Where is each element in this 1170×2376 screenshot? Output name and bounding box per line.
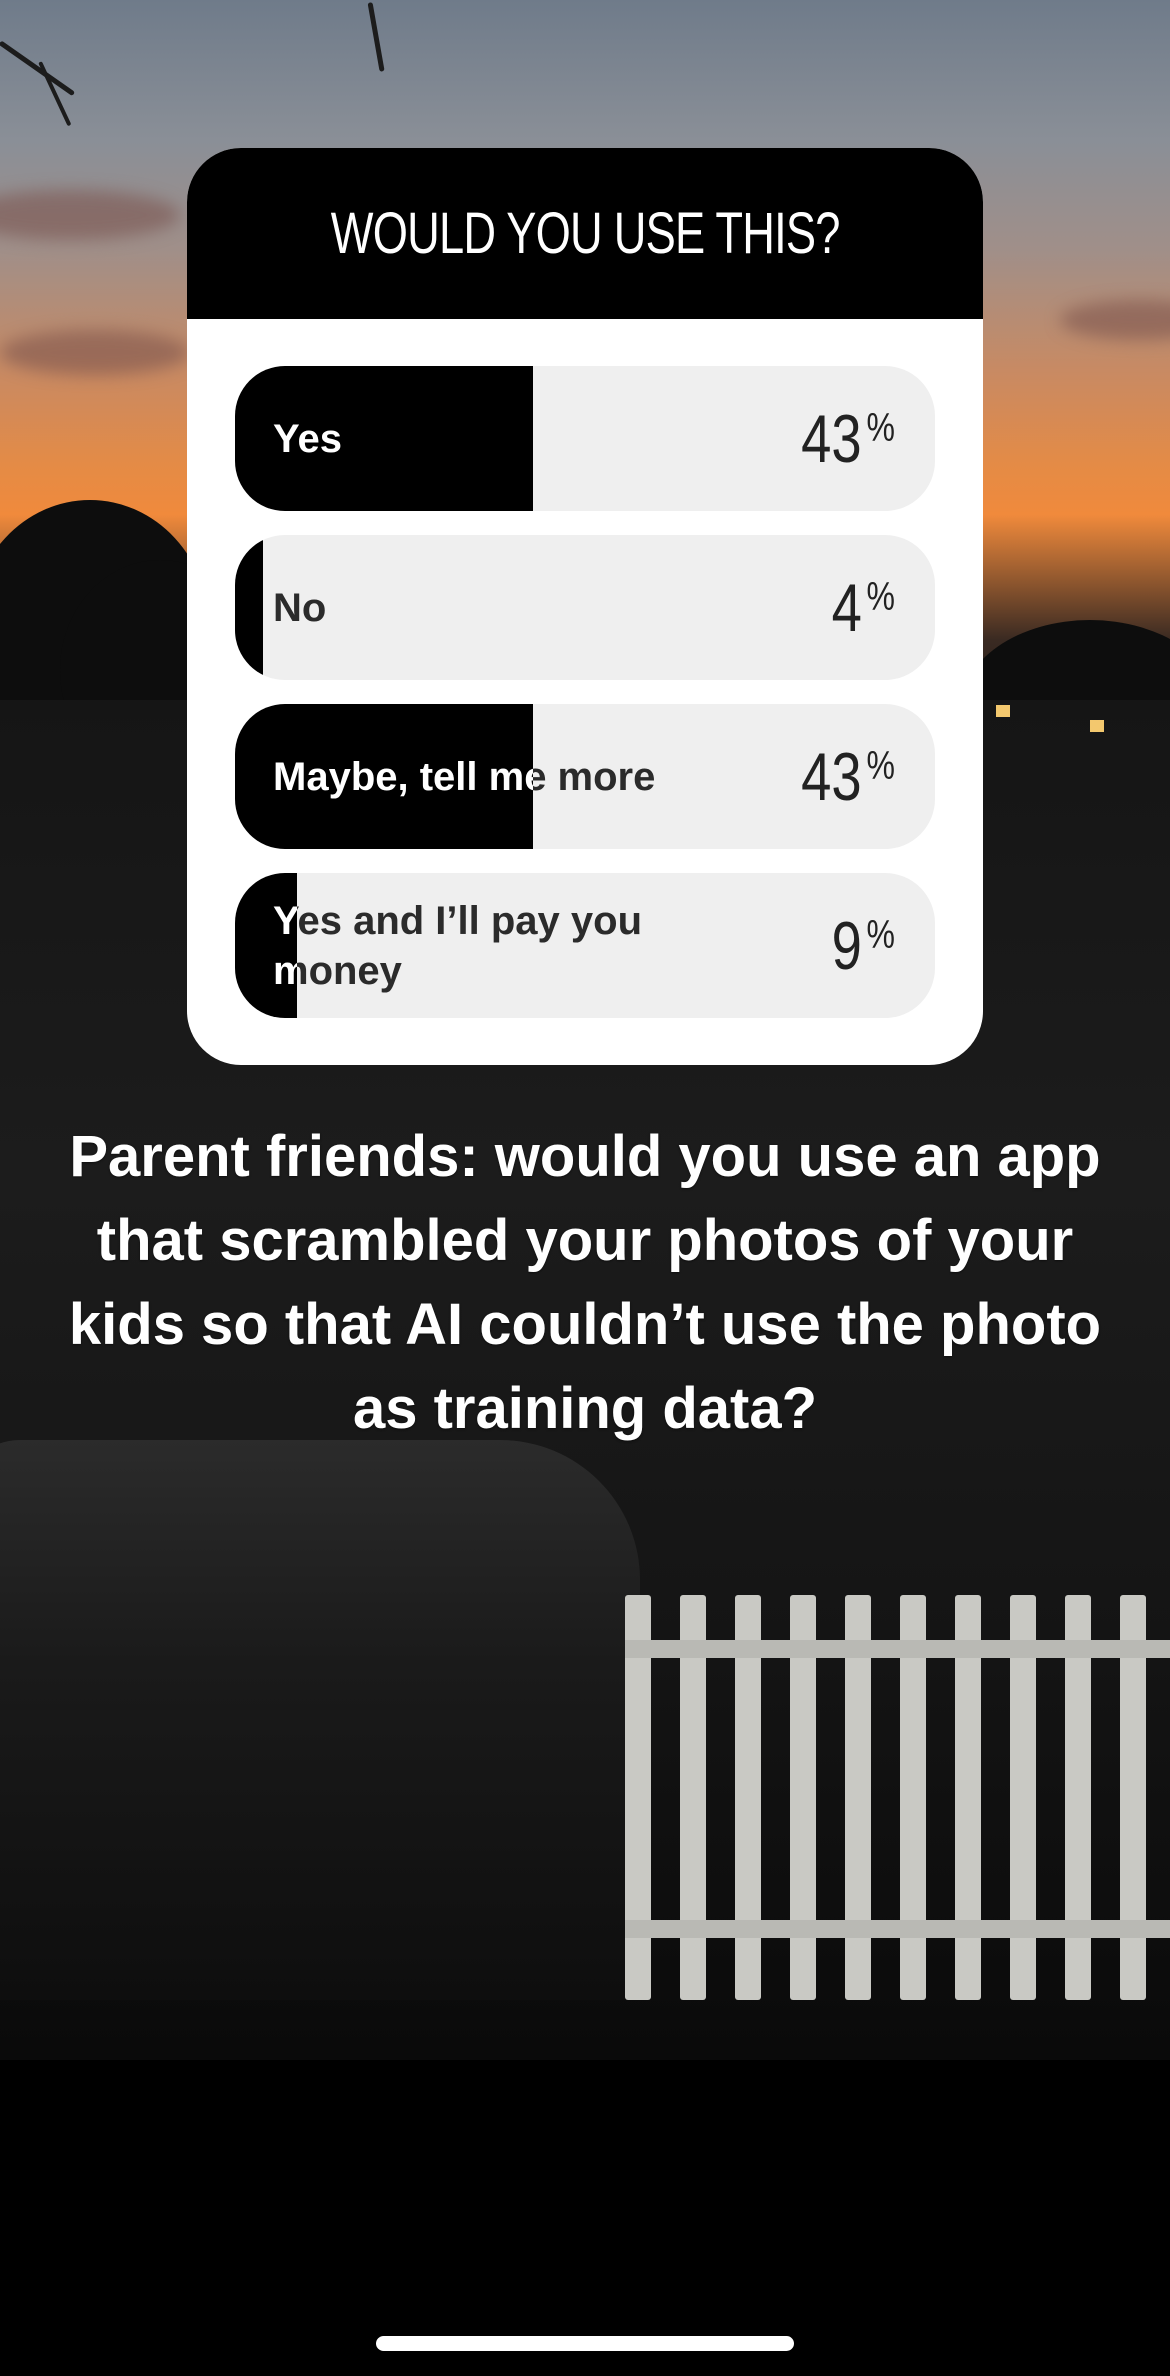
option-percent: 43%: [786, 704, 899, 849]
home-indicator[interactable]: [376, 2336, 794, 2351]
percent-sign: %: [866, 913, 896, 957]
option-percent: 43%: [786, 366, 899, 511]
story-caption: Parent friends: would you use an app tha…: [68, 1124, 1102, 1441]
percent-value: 43: [800, 738, 862, 815]
poll-options: Yes Yes 43% No No 4% Maybe, tell me more…: [235, 366, 935, 1042]
option-percent: 9%: [824, 873, 899, 1018]
parked-car: [0, 1440, 640, 2000]
poll-option-no[interactable]: No No 4%: [235, 535, 935, 680]
poll-sticker: WOULD YOU USE THIS? Yes Yes 43% No No 4%: [187, 148, 983, 1065]
percent-sign: %: [866, 575, 896, 619]
poll-question: WOULD YOU USE THIS?: [330, 201, 841, 266]
percent-sign: %: [866, 744, 896, 788]
poll-option-maybe[interactable]: Maybe, tell me more Maybe, tell me more …: [235, 704, 935, 849]
poll-option-yes-and-pay[interactable]: Yes and I’ll pay you money Yes and I’ll …: [235, 873, 935, 1018]
percent-value: 9: [831, 907, 862, 984]
option-label: Yes and I’ll pay you money: [273, 898, 643, 993]
percent-value: 4: [831, 569, 862, 646]
percent-sign: %: [866, 406, 896, 450]
option-label: No: [273, 585, 327, 630]
poll-option-yes[interactable]: Yes Yes 43%: [235, 366, 935, 511]
percent-value: 43: [800, 400, 862, 477]
poll-header: WOULD YOU USE THIS?: [187, 148, 983, 319]
option-percent: 4%: [824, 535, 899, 680]
